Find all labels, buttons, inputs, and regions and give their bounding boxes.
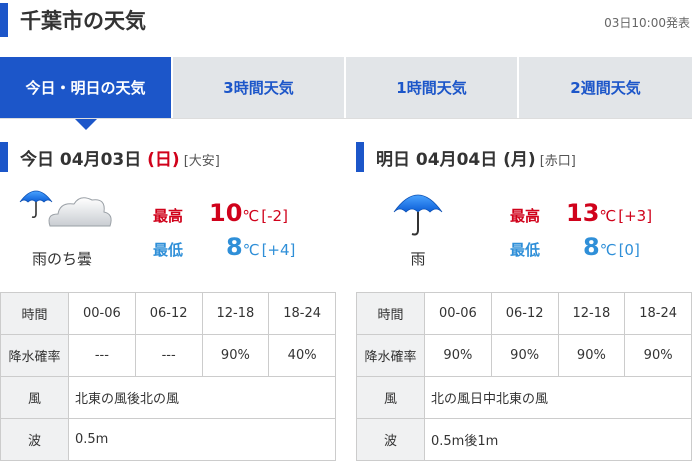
tab-today-tomorrow[interactable]: 今日・明日の天気 [0,57,171,130]
time-slot: 00-06 [424,292,492,335]
wind-value: 北東の風後北の風 [68,376,336,419]
table-row: 風 北東の風後北の風 [0,376,336,419]
tomorrow-forecast: 明日 04月04日 (月) [赤口] [356,140,692,172]
rain-chance: 90% [624,334,692,377]
table-row: 風 北の風日中北東の風 [356,376,692,419]
wind-value: 北の風日中北東の風 [424,376,692,419]
tomorrow-high-temp: 最高 13℃ [+3] [510,199,652,227]
time-slot: 12-18 [557,292,626,335]
page-header: 千葉市の天気 03日10:00発表 [0,0,692,40]
tomorrow-weather-text: 雨 [410,250,426,268]
rain-header: 降水確率 [0,334,69,377]
today-high-label: 最高 [153,207,184,225]
wind-header: 風 [0,376,69,419]
tomorrow-date-text: 明日 04月04日 [376,150,504,170]
tomorrow-date: 明日 04月04日 (月) [赤口] [376,145,576,170]
rain-chance: 90% [557,334,626,377]
today-low-label: 最低 [153,241,184,259]
tabs-divider [0,118,692,119]
today-detail-table: 時間 00-06 06-12 12-18 18-24 降水確率 --- --- … [0,292,336,461]
tomorrow-low-diff: [0] [618,241,640,259]
today-low-temp: 最低 8℃ [+4] [153,233,295,261]
today-accent-bar [0,142,8,172]
today-date: 今日 04月03日 (日) [大安] [20,145,220,170]
today-date-text: 今日 04月03日 [20,150,148,170]
tab-2week[interactable]: 2週間天気 [519,57,692,118]
rain-chance: 40% [268,334,336,377]
page-title: 千葉市の天気 [20,9,146,33]
today-low-value: 8 [226,233,243,261]
today-forecast: 今日 04月03日 (日) [大安] [0,140,336,172]
tomorrow-rokuyo: [赤口] [539,154,576,169]
tomorrow-low-unit: ℃ [599,241,617,259]
rain-chance: --- [68,334,136,377]
tomorrow-accent-bar [356,142,364,172]
published-time: 03日10:00発表 [604,16,690,30]
today-high-diff: [-2] [261,207,288,225]
tab-3hour[interactable]: 3時間天気 [173,57,344,118]
wave-header: 波 [356,418,425,461]
rain-chance: 90% [201,334,270,377]
today-weather-text: 雨のち曇 [31,250,92,268]
title-accent-bar [0,3,8,37]
rain-chance: 90% [424,334,492,377]
tomorrow-low-label: 最低 [510,241,541,259]
today-heading: 今日 04月03日 (日) [大安] [0,140,336,172]
time-slot: 18-24 [268,292,336,335]
time-slot: 12-18 [201,292,270,335]
time-slot: 18-24 [624,292,692,335]
table-row: 降水確率 --- --- 90% 40% [0,334,336,377]
time-slot: 06-12 [490,292,559,335]
forecast-tabs: 今日・明日の天気 3時間天気 1時間天気 2週間天気 [0,57,692,130]
rain-chance: 90% [490,334,559,377]
table-row: 時間 00-06 06-12 12-18 18-24 [356,292,692,335]
tomorrow-high-unit: ℃ [599,207,617,225]
today-rokuyo: [大安] [183,154,220,169]
time-header: 時間 [356,292,425,335]
tomorrow-low-temp: 最低 8℃ [0] [510,233,640,261]
time-header: 時間 [0,292,69,335]
today-high-value: 10 [209,199,243,227]
today-low-unit: ℃ [242,241,260,259]
today-high-unit: ℃ [242,207,260,225]
umbrella-icon [393,194,443,236]
tomorrow-detail-table: 時間 00-06 06-12 12-18 18-24 降水確率 90% 90% … [356,292,692,461]
wave-value: 0.5m [68,418,336,461]
today-low-diff: [+4] [261,241,296,259]
tomorrow-high-label: 最高 [510,207,541,225]
wave-header: 波 [0,418,69,461]
today-high-temp: 最高 10℃ [-2] [153,199,288,227]
table-row: 波 0.5m後1m [356,418,692,461]
today-day-of-week: (日) [147,150,180,170]
time-slot: 06-12 [134,292,203,335]
table-row: 時間 00-06 06-12 12-18 18-24 [0,292,336,335]
umbrella-cloud-icon [19,190,112,227]
tomorrow-high-value: 13 [566,199,600,227]
rain-chance: --- [134,334,203,377]
tomorrow-high-diff: [+3] [618,207,653,225]
tomorrow-low-value: 8 [583,233,600,261]
table-row: 降水確率 90% 90% 90% 90% [356,334,692,377]
time-slot: 00-06 [68,292,136,335]
wind-header: 風 [356,376,425,419]
tomorrow-heading: 明日 04月04日 (月) [赤口] [356,140,692,172]
wave-value: 0.5m後1m [424,418,692,461]
rain-header: 降水確率 [356,334,425,377]
tomorrow-day-of-week: (月) [503,150,536,170]
table-row: 波 0.5m [0,418,336,461]
tab-1hour[interactable]: 1時間天気 [346,57,517,118]
